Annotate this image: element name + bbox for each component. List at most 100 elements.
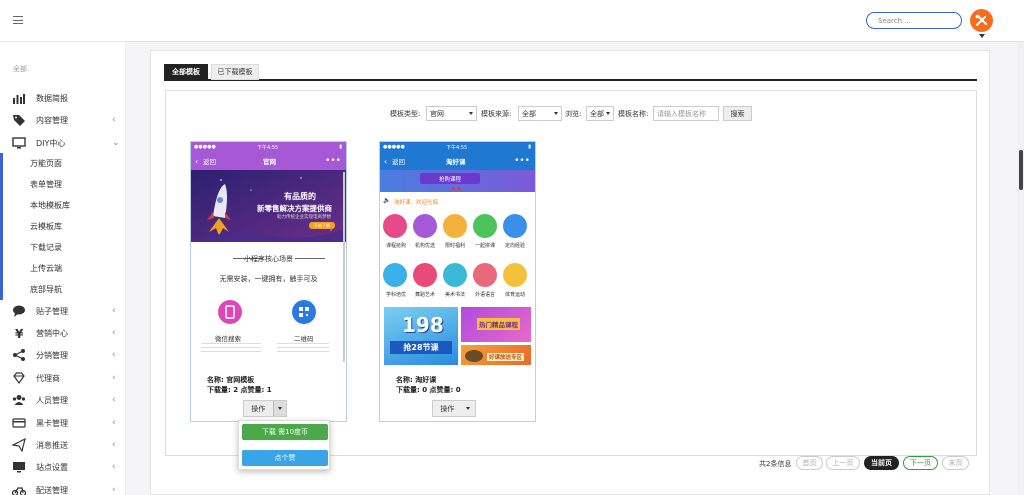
- svg-text:¥: ¥: [15, 327, 24, 340]
- sidebar-item-content[interactable]: 内容管理 ‹: [0, 109, 126, 131]
- course-banner: 抢购课程: [380, 170, 535, 192]
- caret-down-icon: [554, 112, 558, 115]
- template-name-label: 模板名称:: [618, 110, 649, 118]
- chevron-left-icon: ‹: [112, 306, 116, 316]
- tab-downloaded-templates[interactable]: 已下载模板: [211, 64, 259, 80]
- tag-icon: [13, 115, 25, 126]
- sidebar-item-diy[interactable]: DIY中心 ⌄: [0, 132, 126, 154]
- sidebar-item-staff[interactable]: 人员管理 ‹: [0, 389, 126, 411]
- qrcode-icon: [292, 300, 316, 324]
- promo-198[interactable]: 198 抢28节课: [384, 307, 458, 365]
- sidebar-item-data-report[interactable]: 数据简报: [0, 87, 126, 109]
- chevron-left-icon[interactable]: ‹: [384, 157, 387, 166]
- art-icon[interactable]: [443, 263, 467, 287]
- sidebar-subitem-upload-cloud[interactable]: 上传云端: [0, 258, 126, 279]
- template-source-select[interactable]: 全部: [518, 106, 562, 121]
- promo-hot-courses[interactable]: 热门精品课程: [461, 307, 531, 342]
- like-menu-item[interactable]: 点个赞: [242, 450, 328, 466]
- sidebar: 全部 数据简报 内容管理 ‹ DIY中心 ⌄ 万能页面 表单管理 本地模板库 云…: [0, 42, 126, 495]
- sidebar-subitem-local-templates[interactable]: 本地模板库: [0, 195, 126, 216]
- chevron-left-icon: ‹: [112, 328, 116, 338]
- template-type-select[interactable]: 官网: [426, 106, 477, 121]
- bar-chart-icon: [13, 94, 25, 104]
- group-buy-icon[interactable]: [473, 214, 497, 238]
- sidebar-subitem-universal-page[interactable]: 万能页面: [0, 153, 126, 174]
- sidebar-section-label: 全部: [13, 65, 27, 73]
- caret-down-icon: [469, 112, 473, 115]
- tab-all-templates[interactable]: 全部模板: [164, 64, 208, 80]
- more-icon[interactable]: •••: [325, 156, 341, 166]
- chevron-down-icon: ⌄: [112, 138, 120, 148]
- motorcycle-icon: [12, 487, 26, 495]
- paper-plane-icon: [12, 438, 26, 452]
- phone-nav-bar: ‹ 返回 官网 •••: [195, 156, 341, 166]
- caret-down-icon[interactable]: [979, 34, 985, 38]
- language-icon[interactable]: [473, 263, 497, 287]
- chevron-left-icon[interactable]: ‹: [195, 157, 198, 166]
- sidebar-subitem-bottom-nav[interactable]: 底部导航: [0, 279, 126, 300]
- tools-icon: [975, 14, 987, 26]
- template-name-input[interactable]: [653, 106, 719, 121]
- users-icon: [12, 395, 26, 405]
- current-page-button[interactable]: 当前页: [864, 456, 899, 470]
- template-source-label: 模板来源:: [481, 110, 512, 118]
- dance-icon[interactable]: [413, 263, 437, 287]
- chevron-left-icon: ‹: [112, 373, 116, 383]
- sidebar-item-agents[interactable]: 代理商 ‹: [0, 367, 126, 389]
- chevron-left-icon: ‹: [112, 462, 116, 472]
- sidebar-item-push[interactable]: 消息推送 ‹: [0, 434, 126, 456]
- menu-icon[interactable]: [13, 16, 23, 24]
- operation-button[interactable]: 操作: [243, 400, 287, 417]
- template-tabs: 全部模板 已下载模板: [164, 64, 977, 81]
- sidebar-subitem-form[interactable]: 表单管理: [0, 174, 126, 195]
- promo-good-courses[interactable]: 好课放送专区: [461, 345, 531, 365]
- template-list-area: 模板类型: 官网 模板来源: 全部 浏览: 全部 模板名称: 搜索 ●●●●● …: [165, 90, 977, 456]
- sidebar-item-black-card[interactable]: 黑卡管理 ‹: [0, 412, 126, 434]
- sidebar-item-site-settings[interactable]: 站点设置 ‹: [0, 456, 126, 478]
- sidebar-item-marketing[interactable]: ¥ 营销中心 ‹: [0, 322, 126, 344]
- comment-icon: [13, 305, 25, 317]
- template-card-taohaoke[interactable]: ●●●●● 下午4:55 ▮ ‹ 返回 淘好课 ••• 抢购课程 🔈 淘好课，欢…: [379, 141, 536, 422]
- caret-down-icon[interactable]: [462, 401, 475, 416]
- sports-icon[interactable]: [503, 263, 527, 287]
- sidebar-item-delivery[interactable]: 配送管理 ‹: [0, 479, 126, 495]
- search-input[interactable]: [866, 12, 962, 29]
- phone-status-bar: ●●●●● 下午4:55 ▮: [383, 144, 531, 151]
- template-card-official[interactable]: ●●●●● 下午4:55 ▮ ‹ 返回 官网 ••• 有品质的 新零售解决方案提…: [190, 141, 347, 422]
- experience-icon[interactable]: [503, 214, 527, 238]
- card-scrollbar[interactable]: [343, 172, 345, 362]
- prev-page-button[interactable]: 上一页: [826, 456, 860, 470]
- diamond-icon: [13, 372, 25, 385]
- institution-icon[interactable]: [413, 214, 437, 238]
- page-scrollbar[interactable]: [1018, 42, 1024, 495]
- sidebar-subitem-download-records[interactable]: 下载记录: [0, 237, 126, 258]
- chevron-left-icon: ‹: [112, 418, 116, 428]
- operation-dropdown-menu: 下载 需10度币 点个赞: [238, 420, 330, 470]
- sidebar-item-distribution[interactable]: 分销管理 ‹: [0, 344, 126, 366]
- avatar[interactable]: [970, 9, 993, 32]
- share-icon: [13, 349, 25, 361]
- download-menu-item[interactable]: 下载 需10度币: [242, 424, 328, 440]
- sidebar-item-posts[interactable]: 贴子管理 ‹: [0, 300, 126, 322]
- chevron-left-icon: ‹: [112, 395, 116, 405]
- operation-button[interactable]: 操作: [432, 400, 476, 417]
- banner-learn-button[interactable]: 开始了解: [309, 222, 335, 229]
- desktop-icon: [13, 462, 25, 473]
- gift-icon[interactable]: [443, 214, 467, 238]
- page-scrollbar-thumb[interactable]: [1019, 150, 1023, 190]
- search-button[interactable]: 搜索: [723, 106, 752, 121]
- first-page-button[interactable]: 首页: [796, 456, 823, 470]
- browse-select[interactable]: 全部: [586, 106, 614, 121]
- phone-status-bar: ●●●●● 下午4:55 ▮: [194, 144, 342, 151]
- next-page-button[interactable]: 下一页: [903, 456, 938, 470]
- last-page-button[interactable]: 末页: [942, 456, 969, 470]
- more-icon[interactable]: •••: [514, 156, 530, 166]
- sidebar-subitem-cloud-templates[interactable]: 云模板库: [0, 216, 126, 237]
- template-type-label: 模板类型:: [390, 110, 421, 118]
- subject-icon[interactable]: [383, 263, 407, 287]
- film-reel-icon: [465, 350, 483, 362]
- browse-label: 浏览:: [565, 110, 582, 118]
- caret-down-icon[interactable]: [272, 401, 286, 416]
- chevron-left-icon: ‹: [112, 440, 116, 450]
- course-rush-icon[interactable]: [383, 214, 407, 238]
